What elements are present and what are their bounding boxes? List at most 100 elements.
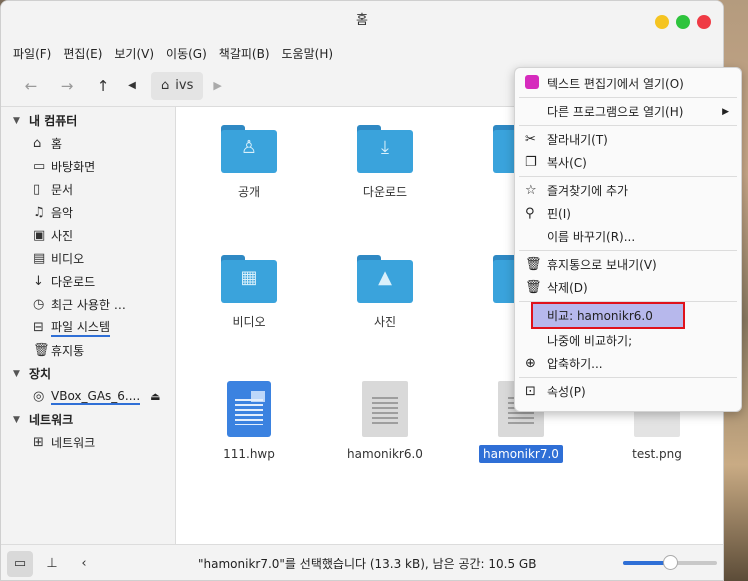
- breadcrumb[interactable]: ⌂ ivs: [151, 71, 204, 100]
- context-menu: 텍스트 편집기에서 열기(O) 다른 프로그램으로 열기(H) ▶ ✂ 잘라내기(T) ❐…: [514, 67, 742, 412]
- breadcrumb-right-icon[interactable]: ▶: [213, 79, 221, 92]
- breadcrumb-left-icon[interactable]: ◀: [121, 80, 143, 91]
- eject-icon[interactable]: ⏏: [150, 390, 160, 403]
- sidebar-item[interactable]: ⊟ 파일 시스템: [1, 316, 175, 339]
- menu-help[interactable]: 도움말(H): [276, 45, 340, 62]
- menu-separator: [519, 301, 737, 302]
- context-menu-item[interactable]: ⚲ 핀(I): [515, 202, 741, 225]
- archive-icon: ⊕: [525, 356, 536, 371]
- context-menu-label: 이름 바꾸기(R)...: [547, 230, 636, 244]
- back-arrow-icon[interactable]: ←: [13, 77, 49, 95]
- sidebar-item-label: 홈: [51, 137, 63, 151]
- trash-icon: 🗑: [33, 343, 50, 358]
- sidebar-item-label: 비디오: [51, 252, 85, 266]
- maximize-button[interactable]: [676, 15, 690, 29]
- file-item[interactable]: ▦ 비디오: [189, 255, 309, 332]
- star-add-icon: ☆: [525, 183, 537, 198]
- picture-icon: ▣: [33, 228, 46, 243]
- menu-edit[interactable]: 편집(E): [57, 45, 108, 62]
- sidebar-item[interactable]: ♫ 음악: [1, 201, 175, 224]
- sidebar-item[interactable]: ⊞ 네트워크: [1, 431, 175, 454]
- breadcrumb-label: ivs: [175, 78, 194, 93]
- context-menu-item[interactable]: 텍스트 편집기에서 열기(O): [515, 72, 741, 95]
- sidebar-item[interactable]: ▯ 문서: [1, 178, 175, 201]
- sidebar-item[interactable]: ▤ 비디오: [1, 247, 175, 270]
- collapse-triangle-icon[interactable]: ▼: [13, 116, 29, 126]
- sidebar-item[interactable]: ▣ 사진: [1, 224, 175, 247]
- network-icon: ⊞: [33, 435, 44, 450]
- context-menu-label: 나중에 비교하기;: [547, 334, 633, 348]
- context-menu-label: 휴지통으로 보내기(V): [547, 258, 657, 272]
- file-label: hamonikr6.0: [347, 447, 423, 461]
- folder-icon: ♙: [221, 125, 277, 173]
- sidebar-item-label: 최근 사용한 …: [51, 298, 126, 312]
- context-menu-label: 비교: hamonikr6.0: [547, 309, 653, 323]
- document-icon: ▯: [33, 182, 41, 197]
- sidebar-section-header[interactable]: ▼ 장치: [1, 362, 175, 385]
- text-editor-icon: [525, 74, 547, 93]
- context-menu-item[interactable]: ❐ 복사(C): [515, 151, 741, 174]
- context-menu-item[interactable]: 🗑 휴지통으로 보내기(V): [515, 253, 741, 276]
- context-menu-label: 복사(C): [547, 156, 587, 170]
- file-item[interactable]: hamonikr6.0: [325, 381, 445, 463]
- context-menu-item[interactable]: ⊕ 압축하기...: [515, 352, 741, 375]
- zoom-slider-handle[interactable]: [663, 555, 678, 570]
- menu-file[interactable]: 파일(F): [7, 45, 57, 62]
- context-menu-label: 삭제(D): [547, 281, 588, 295]
- context-menu-item[interactable]: 나중에 비교하기;: [515, 329, 741, 352]
- music-icon: ♫: [33, 205, 45, 220]
- file-label: 비디오: [232, 315, 266, 329]
- context-menu-item[interactable]: 🗑 삭제(D): [515, 276, 741, 299]
- sidebar-item[interactable]: 🗑 휴지통: [1, 339, 175, 362]
- sidebar-item-label: 휴지통: [51, 344, 85, 358]
- file-label: 공개: [237, 185, 261, 199]
- properties-icon: ⊡: [525, 384, 536, 399]
- context-menu-item[interactable]: ⊡ 속성(P): [515, 380, 741, 403]
- context-menu-item[interactable]: 비교: hamonikr6.0: [531, 302, 685, 329]
- context-menu-item[interactable]: ✂ 잘라내기(T): [515, 128, 741, 151]
- file-item[interactable]: ▲ 사진: [325, 255, 445, 332]
- context-menu-label: 즐겨찾기에 추가: [547, 184, 629, 198]
- sidebar-item[interactable]: ⌂ 홈: [1, 132, 175, 155]
- menu-bookmarks[interactable]: 책갈피(B): [213, 45, 276, 62]
- menu-view[interactable]: 보기(V): [108, 45, 160, 62]
- up-arrow-icon[interactable]: ↑: [85, 77, 121, 95]
- file-label: hamonikr7.0: [479, 445, 563, 463]
- sidebar-item-label: 음악: [51, 206, 74, 220]
- close-button[interactable]: [697, 15, 711, 29]
- sidebar-section-label: 장치: [29, 367, 52, 381]
- sidebar-section-header[interactable]: ▼ 내 컴퓨터: [1, 109, 175, 132]
- sidebar-item[interactable]: ▭ 바탕화면: [1, 155, 175, 178]
- minimize-button[interactable]: [655, 15, 669, 29]
- menu-go[interactable]: 이동(G): [160, 45, 213, 62]
- hwp-document-icon: [227, 381, 271, 437]
- file-item[interactable]: 111.hwp: [189, 381, 309, 463]
- trash-icon: 🗑: [525, 257, 542, 272]
- menu-separator: [519, 125, 737, 126]
- sidebar-item[interactable]: ↓ 다운로드: [1, 270, 175, 293]
- context-menu-item[interactable]: 다른 프로그램으로 열기(H) ▶: [515, 100, 741, 123]
- sidebar-item[interactable]: ◎ VBox_GAs_6.... ⏏: [1, 385, 175, 408]
- forward-arrow-icon[interactable]: →: [49, 77, 85, 95]
- collapse-triangle-icon[interactable]: ▼: [13, 415, 29, 425]
- file-label: 사진: [373, 315, 397, 329]
- file-label: test.png: [632, 447, 682, 461]
- context-menu-item[interactable]: ☆ 즐겨찾기에 추가: [515, 179, 741, 202]
- tree-view-icon[interactable]: ⊥: [39, 551, 65, 577]
- context-menu-item[interactable]: 이름 바꾸기(R)...: [515, 225, 741, 248]
- places-view-icon[interactable]: ▭: [7, 550, 33, 577]
- sidebar-section-header[interactable]: ▼ 네트워크: [1, 408, 175, 431]
- sidebar: ▼ 내 컴퓨터 ⌂ 홈 ▭ 바탕화면 ▯ 문서 ♫ 음악 ▣ 사진 ▤ 비디오 ↓ 다운로드 ◷ 최근 사용한 ……: [1, 107, 176, 544]
- hide-sidebar-icon[interactable]: ‹: [71, 551, 97, 577]
- collapse-triangle-icon[interactable]: ▼: [13, 369, 29, 379]
- submenu-arrow-icon: ▶: [722, 106, 729, 117]
- status-bar: ▭ ⊥ ‹ "hamonikr7.0"를 선택했습니다 (13.3 kB), 남…: [1, 544, 723, 580]
- sidebar-item[interactable]: ◷ 최근 사용한 …: [1, 293, 175, 316]
- disc-icon: ◎: [33, 389, 45, 404]
- sidebar-section-label: 네트워크: [29, 413, 74, 427]
- file-item[interactable]: ⤓ 다운로드: [325, 125, 445, 202]
- zoom-slider[interactable]: [623, 555, 717, 570]
- file-item[interactable]: ♙ 공개: [189, 125, 309, 202]
- recent-icon: ◷: [33, 297, 45, 312]
- sidebar-item-label: 바탕화면: [51, 160, 96, 174]
